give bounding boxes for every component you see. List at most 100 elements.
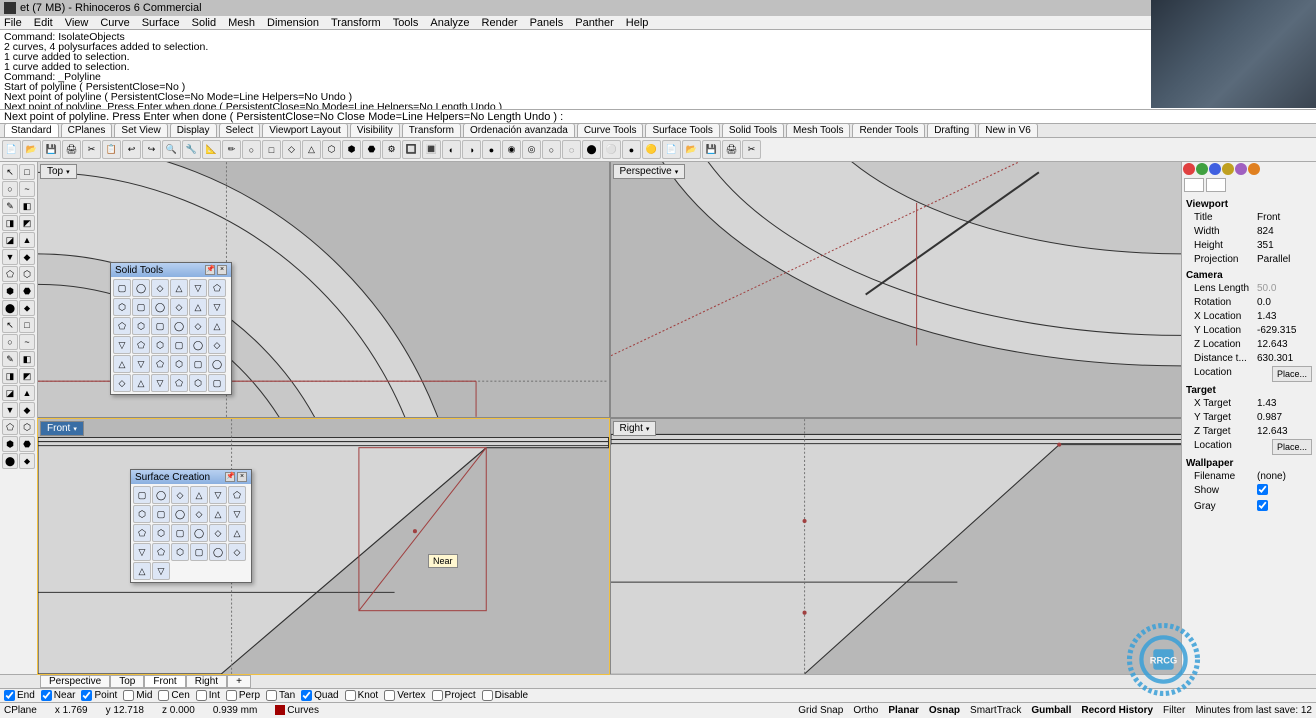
panel-tab-icons[interactable]: [1182, 162, 1316, 176]
toolbar-tab[interactable]: Viewport Layout: [262, 123, 348, 137]
wallpaper-filename[interactable]: (none): [1257, 470, 1312, 484]
left-tool-button[interactable]: ~: [19, 181, 35, 197]
palette-button[interactable]: ◯: [171, 505, 189, 523]
toolbar-tab[interactable]: Ordenación avanzada: [463, 123, 575, 137]
viewport-tab[interactable]: Front: [144, 675, 185, 688]
palette-button[interactable]: ⬡: [171, 543, 189, 561]
toolbar-button[interactable]: ◎: [522, 140, 541, 159]
palette-button[interactable]: ▢: [190, 543, 208, 561]
toolbar-button[interactable]: 🔲: [402, 140, 421, 159]
palette-button[interactable]: ◯: [208, 355, 226, 373]
palette-button[interactable]: ⬠: [151, 355, 169, 373]
palette-button[interactable]: ◯: [170, 317, 188, 335]
status-toggle-filter[interactable]: Filter: [1163, 705, 1185, 716]
palette-button[interactable]: ▢: [171, 524, 189, 542]
palette-button[interactable]: ▽: [189, 279, 207, 297]
chevron-down-icon[interactable]: ▾: [66, 168, 70, 176]
viewport-label-perspective[interactable]: Perspective▾: [613, 164, 686, 179]
command-line[interactable]: Next point of polyline. Press Enter when…: [0, 110, 1316, 124]
tab-icon[interactable]: [1183, 163, 1195, 175]
toolbar-button[interactable]: 🖨: [722, 140, 741, 159]
toolbar-tab[interactable]: Curve Tools: [577, 123, 644, 137]
toolbar-tab[interactable]: Drafting: [927, 123, 976, 137]
palette-button[interactable]: ◯: [152, 486, 170, 504]
left-tool-button[interactable]: ○: [2, 181, 18, 197]
z-location-value[interactable]: 12.643: [1257, 338, 1312, 352]
tab-icon[interactable]: [1209, 163, 1221, 175]
toolbar-button[interactable]: ⚙: [382, 140, 401, 159]
menu-tools[interactable]: Tools: [393, 17, 419, 29]
palette-button[interactable]: ▢: [151, 317, 169, 335]
palette-button[interactable]: ⬠: [132, 336, 150, 354]
place-target-button[interactable]: Place...: [1272, 439, 1312, 455]
cplane-label[interactable]: CPlane: [4, 705, 37, 716]
palette-button[interactable]: ▽: [151, 374, 169, 392]
x-target-value[interactable]: 1.43: [1257, 397, 1312, 411]
toolbar-button[interactable]: 🟡: [642, 140, 661, 159]
chevron-down-icon[interactable]: ▾: [646, 425, 650, 433]
toolbar-button[interactable]: 🖨: [62, 140, 81, 159]
osnap-project[interactable]: Project: [432, 690, 476, 701]
palette-button[interactable]: ▽: [113, 336, 131, 354]
left-tool-button[interactable]: ↖: [2, 317, 18, 333]
palette-button[interactable]: ▽: [132, 355, 150, 373]
menu-panels[interactable]: Panels: [530, 17, 564, 29]
palette-button[interactable]: △: [133, 562, 151, 580]
material-tab[interactable]: [1206, 178, 1226, 192]
osnap-cen[interactable]: Cen: [158, 690, 189, 701]
left-tool-button[interactable]: ◨: [2, 368, 18, 384]
y-target-value[interactable]: 0.987: [1257, 411, 1312, 425]
osnap-checkbox[interactable]: [158, 690, 169, 701]
left-tool-button[interactable]: ◧: [19, 351, 35, 367]
palette-button[interactable]: △: [113, 355, 131, 373]
menu-help[interactable]: Help: [626, 17, 649, 29]
status-toggle-ortho[interactable]: Ortho: [853, 705, 878, 716]
osnap-checkbox[interactable]: [432, 690, 443, 701]
toolbar-button[interactable]: 📋: [102, 140, 121, 159]
status-toggle-grid-snap[interactable]: Grid Snap: [798, 705, 843, 716]
toolbar-button[interactable]: ✏: [222, 140, 241, 159]
pin-icon[interactable]: 📌: [205, 265, 215, 275]
toolbar-button[interactable]: 📂: [22, 140, 41, 159]
osnap-checkbox[interactable]: [123, 690, 134, 701]
osnap-checkbox[interactable]: [41, 690, 52, 701]
viewport-tab[interactable]: Right: [186, 675, 227, 688]
osnap-checkbox[interactable]: [384, 690, 395, 701]
projection-value[interactable]: Parallel: [1257, 253, 1312, 267]
toolbar-button[interactable]: 🔳: [422, 140, 441, 159]
left-tool-button[interactable]: ◩: [19, 215, 35, 231]
toolbar-button[interactable]: ●: [622, 140, 641, 159]
palette-button[interactable]: ◇: [209, 524, 227, 542]
left-tool-button[interactable]: ○: [2, 334, 18, 350]
osnap-checkbox[interactable]: [4, 690, 15, 701]
left-tool-button[interactable]: ▼: [2, 402, 18, 418]
palette-button[interactable]: ⬡: [151, 336, 169, 354]
menu-analyze[interactable]: Analyze: [430, 17, 469, 29]
palette-button[interactable]: △: [189, 298, 207, 316]
menu-render[interactable]: Render: [482, 17, 518, 29]
status-toggle-gumball[interactable]: Gumball: [1031, 705, 1071, 716]
menu-panther[interactable]: Panther: [575, 17, 614, 29]
left-tool-button[interactable]: ◨: [2, 215, 18, 231]
left-tool-button[interactable]: ⬣: [19, 283, 35, 299]
toolbar-button[interactable]: ↪: [142, 140, 161, 159]
rotation-value[interactable]: 0.0: [1257, 296, 1312, 310]
toolbar-tab[interactable]: Solid Tools: [722, 123, 784, 137]
osnap-disable[interactable]: Disable: [482, 690, 528, 701]
osnap-checkbox[interactable]: [301, 690, 312, 701]
viewport-perspective[interactable]: Perspective▾: [611, 162, 1182, 417]
palette-button[interactable]: △: [190, 486, 208, 504]
toolbar-tab[interactable]: Surface Tools: [645, 123, 719, 137]
toolbar-button[interactable]: ○: [542, 140, 561, 159]
palette-button[interactable]: ⬡: [113, 298, 131, 316]
osnap-checkbox[interactable]: [266, 690, 277, 701]
osnap-checkbox[interactable]: [482, 690, 493, 701]
palette-button[interactable]: ▢: [133, 486, 151, 504]
viewport-right[interactable]: Right▾: [611, 419, 1182, 674]
toolbar-button[interactable]: ◑: [462, 140, 481, 159]
palette-button[interactable]: ⬠: [133, 524, 151, 542]
left-tool-button[interactable]: ⬠: [2, 419, 18, 435]
close-icon[interactable]: ×: [217, 265, 227, 275]
osnap-mid[interactable]: Mid: [123, 690, 152, 701]
left-tool-button[interactable]: ◩: [19, 368, 35, 384]
